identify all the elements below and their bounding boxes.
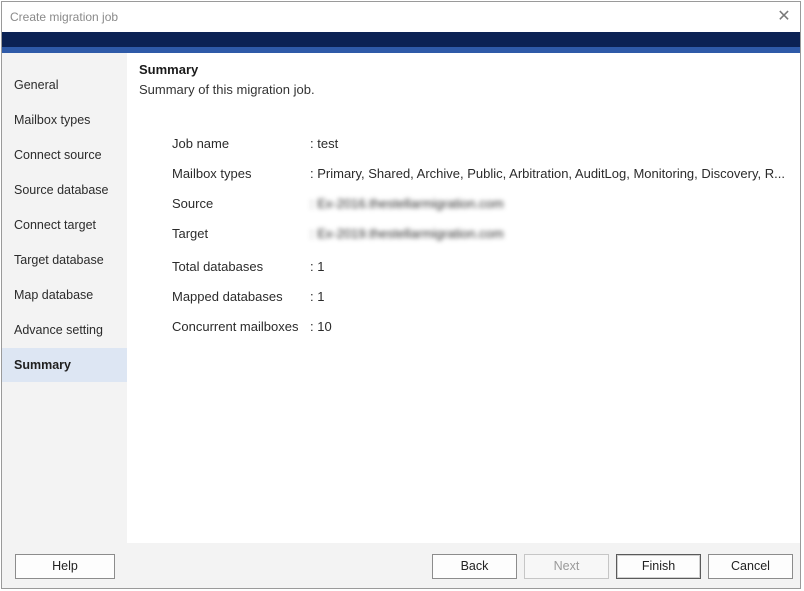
- field-label: Mailbox types: [172, 166, 252, 181]
- field-label: Total databases: [172, 259, 264, 274]
- summary-row-mapped-databases: Mapped databases : 1: [172, 289, 792, 309]
- page-subtitle: Summary of this migration job.: [139, 82, 315, 97]
- field-value-blurred: : Ex-2019.thestellarmigration.com: [310, 226, 504, 241]
- sidebar-item-connect-target[interactable]: Connect target: [2, 208, 127, 242]
- help-button[interactable]: Help: [15, 554, 115, 579]
- field-value: : 1: [310, 259, 325, 274]
- sidebar-item-general[interactable]: General: [2, 68, 127, 102]
- field-label: Source: [172, 196, 214, 211]
- summary-row-mailbox-types: Mailbox types : Primary, Shared, Archive…: [172, 166, 792, 186]
- summary-row-job-name: Job name : test: [172, 136, 792, 156]
- summary-row-concurrent-mailboxes: Concurrent mailboxes : 10: [172, 319, 792, 339]
- field-value: : Primary, Shared, Archive, Public, Arbi…: [310, 166, 785, 181]
- field-value-blurred: : Ex-2016.thestellarmigration.com: [310, 196, 504, 211]
- field-label: Concurrent mailboxes: [172, 319, 299, 334]
- field-value: : test: [310, 136, 339, 151]
- sidebar-item-target-database[interactable]: Target database: [2, 243, 127, 277]
- migration-dialog: Create migration job ✕ General Mailbox t…: [1, 1, 801, 589]
- title-bar: Create migration job ✕: [2, 2, 800, 32]
- summary-panel: Summary Summary of this migration job. J…: [127, 53, 800, 543]
- summary-row-target: Target : Ex-2019.thestellarmigration.com: [172, 226, 792, 246]
- finish-button[interactable]: Finish: [616, 554, 701, 579]
- field-value: : 10: [310, 319, 332, 334]
- dialog-footer: Help Back Next Finish Cancel: [2, 543, 800, 588]
- back-button[interactable]: Back: [432, 554, 517, 579]
- field-label: Job name: [172, 136, 230, 151]
- sidebar-item-map-database[interactable]: Map database: [2, 278, 127, 312]
- page-title: Summary: [139, 62, 199, 77]
- header-band: [2, 32, 800, 47]
- wizard-steps-sidebar: General Mailbox types Connect source Sou…: [2, 53, 127, 543]
- sidebar-item-source-database[interactable]: Source database: [2, 173, 127, 207]
- cancel-button[interactable]: Cancel: [708, 554, 793, 579]
- field-value: : 1: [310, 289, 325, 304]
- sidebar-item-mailbox-types[interactable]: Mailbox types: [2, 103, 127, 137]
- next-button[interactable]: Next: [524, 554, 609, 579]
- summary-row-source: Source : Ex-2016.thestellarmigration.com: [172, 196, 792, 216]
- field-label: Mapped databases: [172, 289, 283, 304]
- field-label: Target: [172, 226, 209, 241]
- window-title: Create migration job: [10, 10, 119, 24]
- close-icon[interactable]: ✕: [774, 7, 794, 27]
- sidebar-item-advance-setting[interactable]: Advance setting: [2, 313, 127, 347]
- summary-row-total-databases: Total databases : 1: [172, 259, 792, 279]
- sidebar-item-connect-source[interactable]: Connect source: [2, 138, 127, 172]
- sidebar-item-summary[interactable]: Summary: [2, 348, 127, 382]
